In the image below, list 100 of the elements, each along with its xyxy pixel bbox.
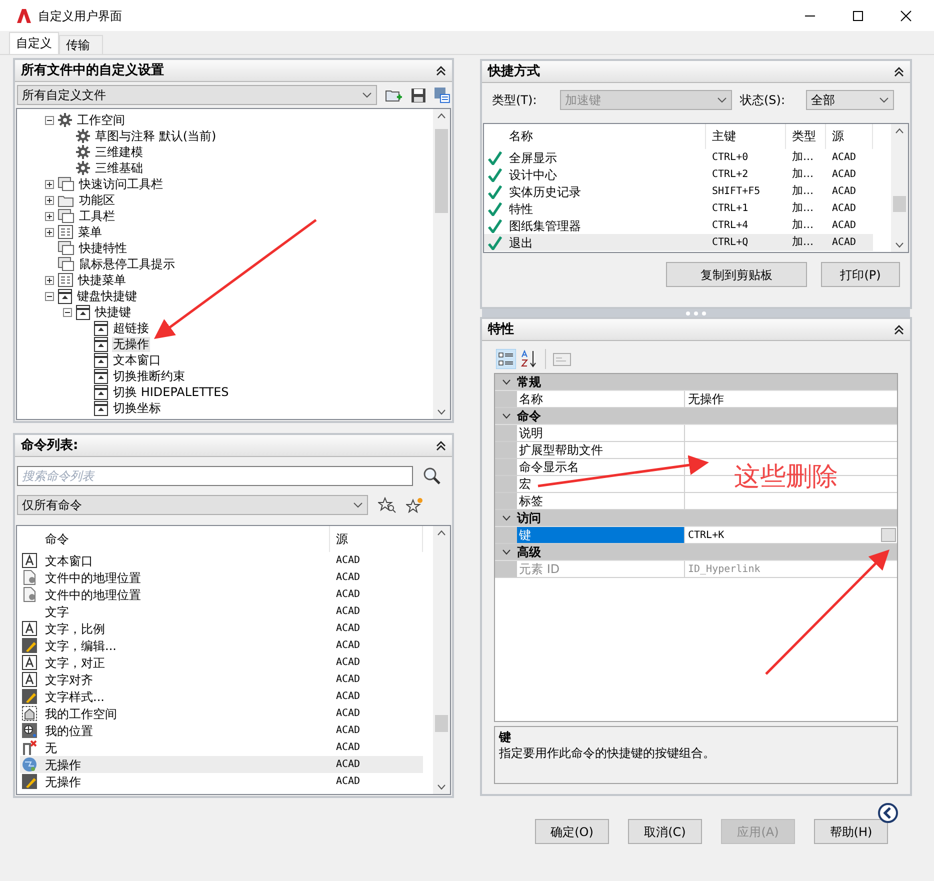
status-select[interactable]: 全部 <box>806 90 894 110</box>
sort-alphabetical-icon[interactable] <box>519 349 539 369</box>
column-header[interactable]: 主键 <box>706 124 786 149</box>
expand-icon[interactable] <box>45 228 54 236</box>
tree-item[interactable]: 文本窗口 <box>112 352 162 368</box>
property-name[interactable]: 键 <box>517 527 685 543</box>
collapse-icon[interactable] <box>45 116 54 124</box>
column-header[interactable]: 类型 <box>786 124 826 149</box>
tree-item[interactable]: 切换推断约束 <box>112 368 186 384</box>
tree-item[interactable]: 快捷特性 <box>78 240 128 256</box>
collapse-icon[interactable] <box>63 308 72 316</box>
panel-button[interactable]: 复制到剪贴板 <box>666 262 807 287</box>
shortcut-row[interactable]: 实体历史记录 SHIFT+F5 加... ACAD <box>484 183 873 200</box>
command-row[interactable]: 文字样式... ACAD <box>20 688 423 705</box>
column-header[interactable]: 名称 <box>505 124 706 149</box>
command-row[interactable]: 我的位置 ACAD <box>20 722 423 739</box>
command-row[interactable]: 文字，编辑... ACAD <box>20 637 423 654</box>
property-name[interactable]: 标签 <box>517 493 685 509</box>
panel-button[interactable]: 打印(P) <box>821 262 900 287</box>
command-row[interactable]: 我的工作空间 ACAD <box>20 705 423 722</box>
tree-item[interactable]: 无操作 <box>112 336 150 352</box>
scrollbar[interactable] <box>433 526 450 794</box>
scrollbar[interactable] <box>433 109 450 419</box>
categorized-icon[interactable] <box>496 349 516 369</box>
scroll-down-icon[interactable] <box>437 409 446 415</box>
scroll-down-icon[interactable] <box>437 784 446 790</box>
command-row[interactable]: 无 ACAD <box>20 739 423 756</box>
tree-item[interactable]: 工作空间 <box>76 112 126 128</box>
maximize-icon[interactable] <box>852 10 864 22</box>
command-row[interactable]: 无操作 ACAD <box>20 773 423 790</box>
save-icon[interactable] <box>411 88 426 102</box>
column-header[interactable]: 源 <box>330 526 423 552</box>
shortcut-row[interactable]: 全屏显示 CTRL+0 加... ACAD <box>484 149 873 166</box>
shortcut-row[interactable]: 退出 CTRL+Q 加... ACAD <box>484 234 873 251</box>
command-row[interactable]: 文字对齐 ACAD <box>20 671 423 688</box>
property-value[interactable]: CTRL+K <box>685 527 897 543</box>
command-row[interactable]: 无操作 ACAD <box>20 756 423 773</box>
splitter-grip-icon[interactable] <box>685 310 707 316</box>
scroll-up-icon[interactable] <box>437 113 446 119</box>
command-row[interactable]: 文字，比例 ACAD <box>20 620 423 637</box>
tree-item[interactable]: 菜单 <box>77 224 103 240</box>
tree-item[interactable]: 快捷菜单 <box>77 272 127 288</box>
scroll-up-icon[interactable] <box>895 128 904 134</box>
tree-item[interactable]: 键盘快捷键 <box>76 288 138 304</box>
search-icon[interactable] <box>423 467 441 485</box>
tree-item[interactable]: 三维基础 <box>94 160 144 176</box>
tree-item[interactable]: 切换 HIDEPALETTES <box>112 384 230 400</box>
collapse-icon[interactable] <box>502 549 510 555</box>
tree-item[interactable]: 三维建模 <box>94 144 144 160</box>
dialog-button[interactable]: 确定(O) <box>535 819 609 844</box>
property-value[interactable]: 无操作 <box>685 391 897 407</box>
shortcut-row[interactable]: 特性 CTRL+1 加... ACAD <box>484 200 873 217</box>
collapse-icon[interactable] <box>45 292 54 300</box>
tree-item[interactable]: 工具栏 <box>78 208 116 224</box>
property-name[interactable]: 说明 <box>517 425 685 441</box>
shortcut-row[interactable]: 图纸集管理器 CTRL+4 加... ACAD <box>484 217 873 234</box>
tree-item[interactable]: 快速访问工具栏 <box>78 176 164 192</box>
collapse-icon[interactable] <box>436 440 446 450</box>
tab[interactable]: 传输 <box>59 35 103 54</box>
filter-select[interactable]: 仅所有命令 <box>17 495 368 515</box>
collapse-icon[interactable] <box>894 324 904 334</box>
command-row[interactable]: 文字，对正 ACAD <box>20 654 423 671</box>
scrollbar[interactable] <box>891 124 908 252</box>
expand-icon[interactable] <box>45 180 54 188</box>
property-name[interactable]: 命令显示名 <box>517 459 685 475</box>
tree-item[interactable]: 草图与注释 默认(当前) <box>94 128 218 144</box>
scroll-thumb[interactable] <box>435 715 448 732</box>
search-field[interactable]: 搜索命令列表 <box>17 466 413 486</box>
tree-item[interactable]: 切换坐标 <box>112 400 162 416</box>
scroll-thumb[interactable] <box>435 129 448 213</box>
command-row[interactable]: 文件中的地理位置 ACAD <box>20 586 423 603</box>
property-name[interactable]: 宏 <box>517 476 685 492</box>
property-name[interactable]: 扩展型帮助文件 <box>517 442 685 458</box>
expand-icon[interactable] <box>45 276 54 284</box>
tab[interactable]: 自定义 <box>9 32 59 54</box>
collapse-panel-icon[interactable] <box>878 803 898 823</box>
property-name[interactable]: 名称 <box>517 391 685 407</box>
shortcut-row[interactable]: 设计中心 CTRL+2 加... ACAD <box>484 166 873 183</box>
expand-icon[interactable] <box>45 212 54 220</box>
scroll-up-icon[interactable] <box>437 530 446 536</box>
tree-item[interactable]: 功能区 <box>78 192 116 208</box>
expand-icon[interactable] <box>45 196 54 204</box>
column-header[interactable]: 命令 <box>43 526 330 552</box>
close-icon[interactable] <box>900 10 912 22</box>
star-new-icon[interactable] <box>406 497 424 513</box>
command-row[interactable]: 文本窗口 ACAD <box>20 552 423 569</box>
collapse-icon[interactable] <box>894 66 904 76</box>
collapse-icon[interactable] <box>502 515 510 521</box>
collapse-icon[interactable] <box>502 379 510 385</box>
tree-item[interactable]: 超链接 <box>112 320 150 336</box>
collapse-icon[interactable] <box>436 66 446 76</box>
command-row[interactable]: 文字 ACAD <box>20 603 423 620</box>
tree-item[interactable]: 快捷键 <box>94 304 132 320</box>
dialog-button[interactable]: 帮助(H) <box>814 819 888 844</box>
star-search-icon[interactable] <box>378 497 396 513</box>
scroll-thumb[interactable] <box>893 196 906 212</box>
column-header[interactable]: 源 <box>826 124 873 149</box>
file-select[interactable]: 所有自定义文件 <box>17 85 378 105</box>
command-row[interactable]: 文件中的地理位置 ACAD <box>20 569 423 586</box>
collapse-icon[interactable] <box>502 413 510 419</box>
